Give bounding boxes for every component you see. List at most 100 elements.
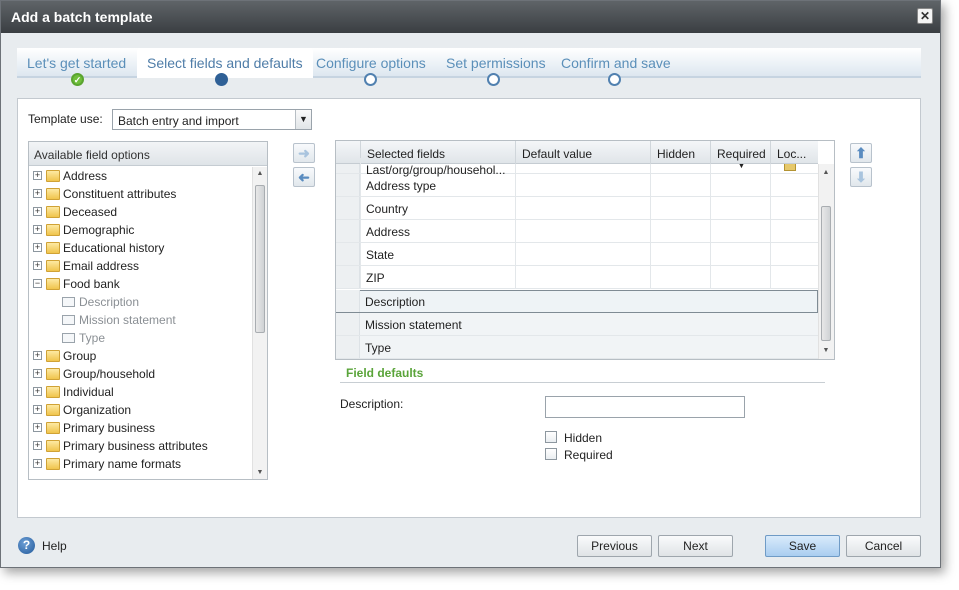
row-selector[interactable] [336,290,360,312]
locked-cell[interactable] [770,197,818,219]
table-row[interactable]: Last/org/group/househol... ▼ [336,158,818,180]
hidden-cell[interactable] [650,220,710,242]
required-cell[interactable] [710,266,770,288]
default-value-cell[interactable] [515,197,650,219]
chevron-down-icon[interactable]: ▼ [295,110,311,129]
tree-scroll-thumb[interactable] [255,185,265,333]
locked-cell[interactable] [770,164,818,173]
previous-button[interactable]: Previous [577,535,652,557]
required-cell[interactable] [710,220,770,242]
table-row[interactable]: Address [336,220,818,243]
expand-icon[interactable]: + [33,459,42,468]
row-selector[interactable] [336,243,360,265]
scroll-up-icon[interactable]: ▲ [819,166,833,180]
row-selector[interactable] [336,266,360,288]
tree-item-demographic[interactable]: + Demographic [29,221,267,239]
expand-icon[interactable]: + [33,369,42,378]
expand-icon[interactable]: + [33,261,42,270]
tree-item-deceased[interactable]: + Deceased [29,203,267,221]
locked-cell[interactable] [770,220,818,242]
locked-cell[interactable] [770,174,818,196]
default-value-cell[interactable] [515,164,650,173]
add-field-button[interactable]: ➜ [293,143,315,163]
column-default-value[interactable]: Default value [515,141,650,164]
default-value-cell[interactable] [515,266,650,288]
scroll-down-icon[interactable]: ▼ [819,344,833,358]
tree-item-primary-name-formats[interactable]: + Primary name formats [29,455,267,473]
tree-scrollbar[interactable]: ▲ ▼ [252,167,267,479]
tree-item-organization[interactable]: + Organization [29,401,267,419]
remove-field-button[interactable]: ➜ [293,167,315,187]
table-row[interactable]: Address type [336,174,818,197]
table-row-selected[interactable]: Description [336,290,818,313]
hidden-cell[interactable] [650,164,710,173]
required-cell[interactable] [710,197,770,219]
tree-item-constituent-attributes[interactable]: + Constituent attributes [29,185,267,203]
grid-scroll-thumb[interactable] [821,206,831,341]
description-input[interactable] [545,396,745,418]
help-link[interactable]: Help [42,539,67,553]
expand-icon[interactable]: + [33,171,42,180]
collapse-icon[interactable]: − [33,279,42,288]
template-use-select[interactable]: Batch entry and import ▼ [112,109,312,130]
expand-icon[interactable]: + [33,225,42,234]
tree-item-primary-business[interactable]: + Primary business [29,419,267,437]
hidden-cell[interactable] [650,174,710,196]
next-button[interactable]: Next [658,535,733,557]
tree-item-group[interactable]: + Group [29,347,267,365]
hidden-cell[interactable] [650,197,710,219]
table-row[interactable]: Country [336,197,818,220]
column-required[interactable]: Required [710,141,770,164]
required-cell[interactable] [710,174,770,196]
row-selector[interactable] [336,174,360,196]
scroll-up-icon[interactable]: ▲ [253,167,267,181]
help-icon[interactable]: ? [18,537,35,554]
default-value-cell[interactable] [515,174,650,196]
column-locked[interactable]: Loc... [770,141,818,164]
expand-icon[interactable]: + [33,387,42,396]
locked-cell[interactable] [770,266,818,288]
locked-cell[interactable] [770,243,818,265]
table-row[interactable]: State [336,243,818,266]
column-hidden[interactable]: Hidden [650,141,710,164]
save-button[interactable]: Save [765,535,840,557]
tree-item-educational-history[interactable]: + Educational history [29,239,267,257]
row-selector[interactable] [336,336,360,358]
hidden-cell[interactable] [650,266,710,288]
grid-scrollbar[interactable]: ▲ ▼ [818,164,834,359]
row-selector[interactable] [336,164,360,173]
tree-item-type[interactable]: Type [29,329,267,347]
default-value-cell[interactable] [515,243,650,265]
move-up-button[interactable]: ⬆ [850,143,872,163]
hidden-checkbox[interactable] [545,431,557,443]
cancel-button[interactable]: Cancel [846,535,921,557]
tree-item-email-address[interactable]: + Email address [29,257,267,275]
tree-item-primary-business-attributes[interactable]: + Primary business attributes [29,437,267,455]
required-cell[interactable] [710,243,770,265]
expand-icon[interactable]: + [33,243,42,252]
row-selector[interactable] [336,197,360,219]
move-down-button[interactable]: ⬇ [850,167,872,187]
expand-icon[interactable]: + [33,207,42,216]
tree-item-group-household[interactable]: + Group/household [29,365,267,383]
table-row[interactable]: ZIP [336,266,818,289]
scroll-down-icon[interactable]: ▼ [253,466,267,479]
row-selector[interactable] [336,313,360,335]
default-value-cell[interactable] [515,220,650,242]
tree-item-food-bank[interactable]: − Food bank [29,275,267,293]
tree-item-description[interactable]: Description [29,293,267,311]
table-row[interactable]: Type [336,336,818,359]
close-button[interactable]: ✕ [917,8,933,24]
tree-item-individual[interactable]: + Individual [29,383,267,401]
expand-icon[interactable]: + [33,189,42,198]
tree-item-mission-statement[interactable]: Mission statement [29,311,267,329]
expand-icon[interactable]: + [33,441,42,450]
hidden-cell[interactable] [650,243,710,265]
table-row[interactable]: Mission statement [336,313,818,336]
expand-icon[interactable]: + [33,405,42,414]
expand-icon[interactable]: + [33,423,42,432]
row-selector[interactable] [336,220,360,242]
expand-icon[interactable]: + [33,351,42,360]
required-checkbox[interactable] [545,448,557,460]
required-cell[interactable]: ▼ [710,164,770,173]
